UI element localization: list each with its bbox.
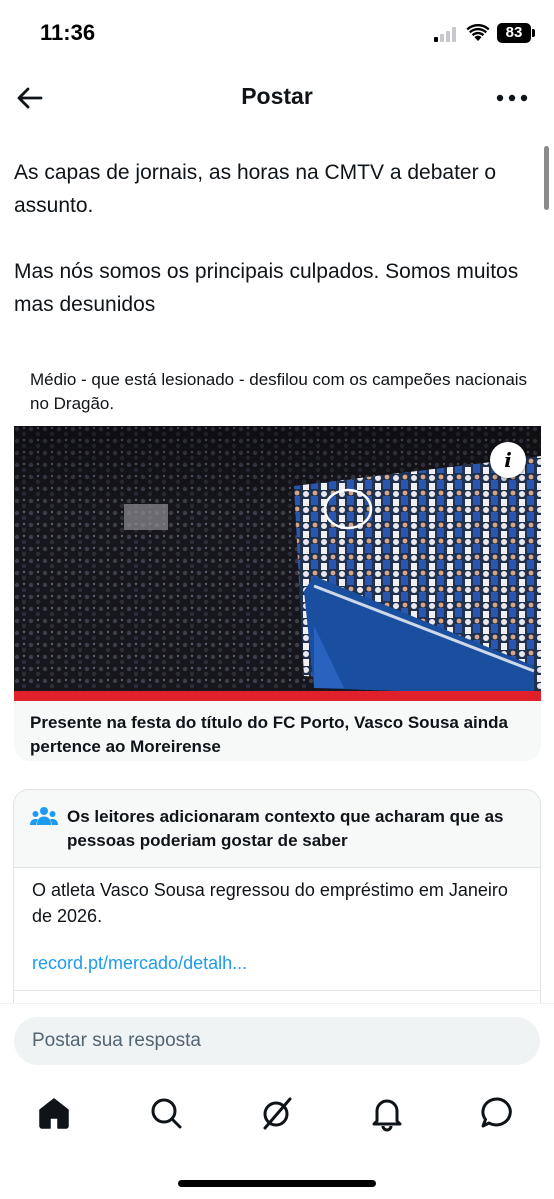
community-note-header: Os leitores adicionaram contexto que ach… — [14, 790, 540, 868]
post-paragraph: As capas de jornais, as horas na CMTV a … — [14, 161, 497, 217]
card-footer[interactable]: Presente na festa do título do FC Porto,… — [14, 701, 541, 761]
battery-cap — [532, 29, 535, 37]
tab-search[interactable] — [146, 1093, 186, 1133]
tab-home[interactable] — [34, 1093, 74, 1133]
cellular-signal-icon — [434, 26, 460, 42]
community-note: Os leitores adicionaram contexto que ach… — [13, 789, 541, 1019]
tab-messages[interactable] — [478, 1093, 518, 1133]
card-image[interactable] — [14, 426, 541, 701]
status-bar: 11:36 83 — [0, 0, 554, 68]
community-note-title: Os leitores adicionaram contexto que ach… — [67, 807, 504, 850]
more-options-button[interactable] — [494, 82, 530, 114]
page-title: Postar — [241, 83, 313, 109]
tab-notifications[interactable] — [367, 1093, 407, 1133]
link-preview-card[interactable]: Médio - que está lesionado - desfilou co… — [14, 356, 541, 761]
reply-input[interactable] — [14, 1017, 540, 1065]
post-text: As capas de jornais, as horas na CMTV a … — [14, 156, 534, 321]
more-horizontal-icon — [496, 94, 528, 102]
home-indicator — [178, 1180, 376, 1187]
search-icon — [151, 1098, 182, 1129]
status-time: 11:36 — [40, 20, 96, 45]
bottom-tab-bar — [0, 1083, 554, 1143]
message-icon — [481, 1097, 512, 1128]
card-headline: Presente na festa do título do FC Porto,… — [30, 713, 508, 756]
card-caption: Médio - que está lesionado - desfilou co… — [30, 370, 528, 413]
scrollbar[interactable] — [544, 146, 549, 210]
community-note-body: O atleta Vasco Sousa regressou do emprés… — [32, 880, 508, 926]
info-icon[interactable]: i — [490, 442, 526, 478]
post-paragraph: Mas nós somos os principais culpados. So… — [14, 260, 519, 316]
post-header: Postar — [0, 68, 554, 128]
people-icon — [30, 807, 58, 825]
divider — [14, 990, 540, 991]
wifi-icon — [466, 23, 490, 42]
grok-icon — [263, 1097, 292, 1130]
community-note-link[interactable]: record.pt/mercado/detalh... — [32, 950, 247, 976]
bell-icon — [372, 1099, 402, 1132]
tab-grok[interactable] — [257, 1093, 297, 1133]
home-icon — [39, 1098, 69, 1129]
battery-indicator: 83 — [497, 23, 531, 43]
